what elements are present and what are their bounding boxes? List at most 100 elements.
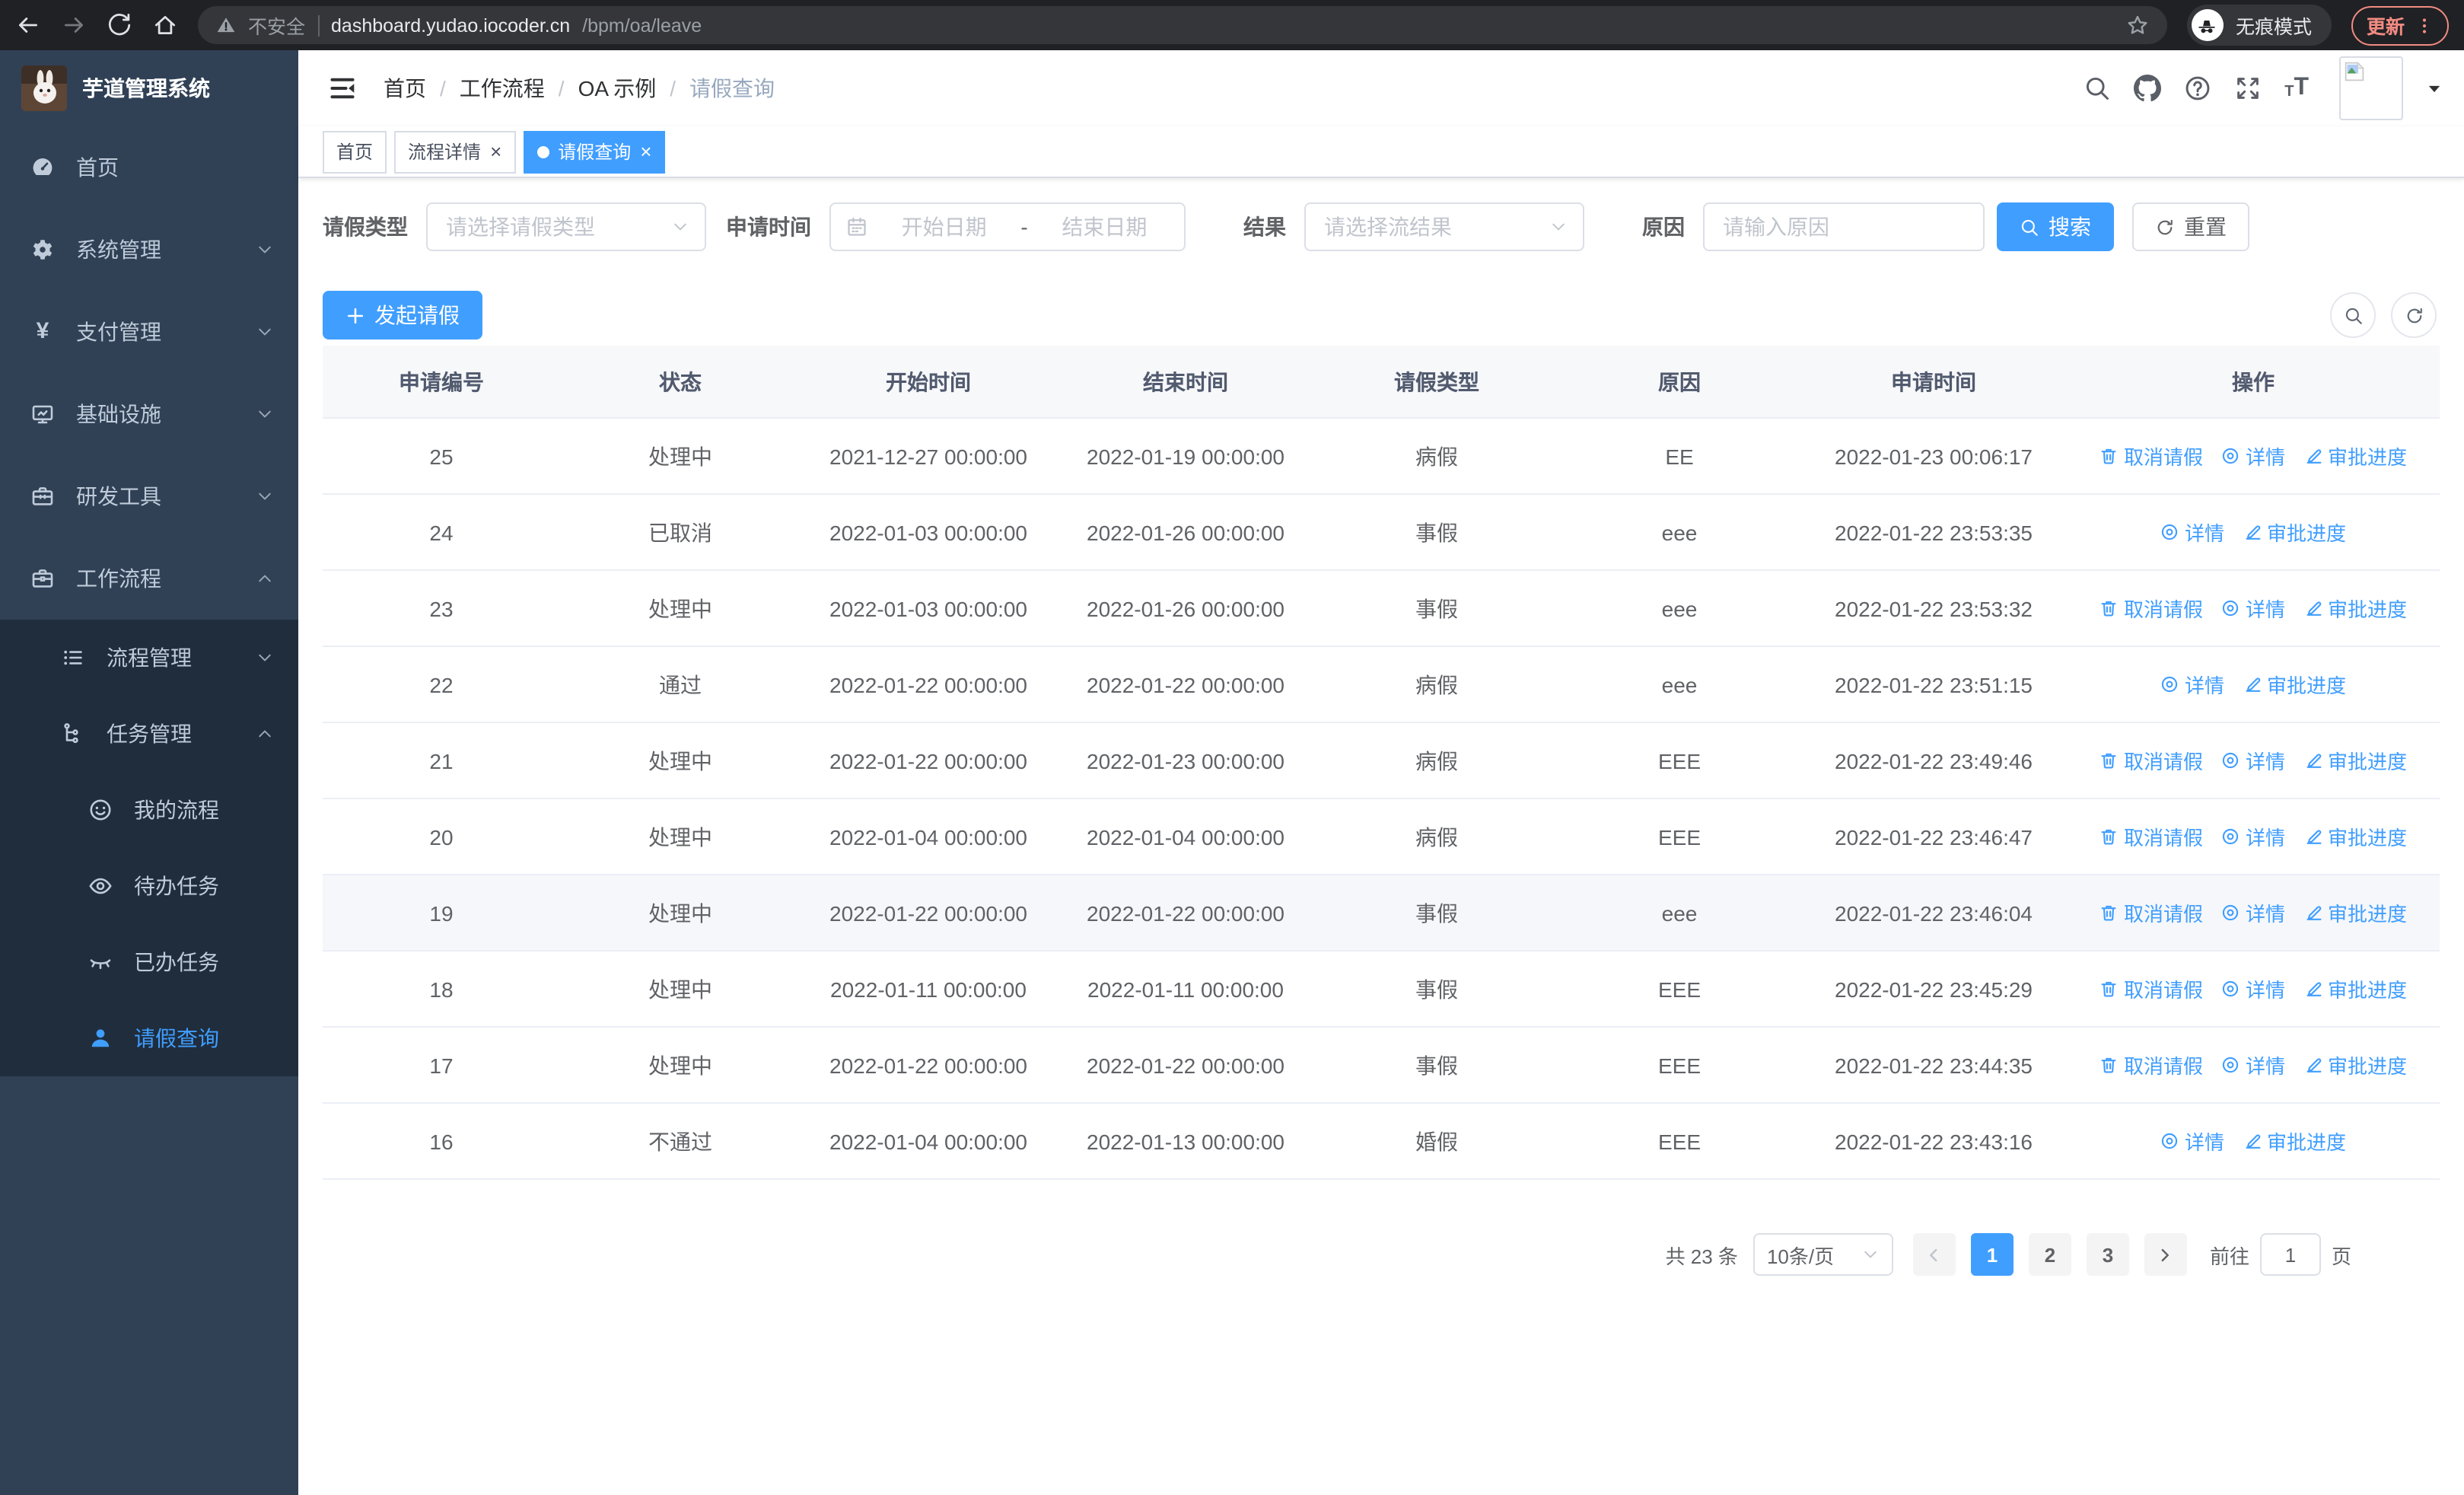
column-header-申请编号: 申请编号 — [323, 346, 560, 419]
cancel-action-link[interactable]: 取消请假 — [2099, 974, 2203, 1003]
bookmark-star-icon[interactable] — [2126, 14, 2149, 37]
result-select-input[interactable] — [1321, 213, 1549, 241]
sidebar-item-待办任务[interactable]: 待办任务 — [0, 848, 298, 924]
progress-action-link[interactable]: 审批进度 — [2303, 898, 2407, 927]
leave-type-cell: 事假 — [1315, 875, 1558, 952]
detail-action-link[interactable]: 详情 — [2221, 594, 2285, 623]
cancel-action-link[interactable]: 取消请假 — [2099, 594, 2203, 623]
detail-action-link[interactable]: 详情 — [2221, 441, 2285, 470]
result-select[interactable] — [1304, 202, 1584, 251]
show-search-toggle-button[interactable] — [2330, 292, 2376, 338]
tab-请假查询[interactable]: 请假查询 × — [523, 130, 666, 173]
cancel-action-link[interactable]: 取消请假 — [2099, 822, 2203, 851]
edit-icon — [2303, 751, 2323, 770]
leave-type-cell: 事假 — [1315, 494, 1558, 571]
sidebar-item-流程管理[interactable]: 流程管理 — [0, 620, 298, 696]
goto-page-input[interactable] — [2259, 1233, 2321, 1276]
action-label: 详情 — [2245, 751, 2285, 773]
font-size-icon[interactable]: TT — [2284, 75, 2309, 100]
progress-action-link[interactable]: 审批进度 — [2303, 822, 2407, 851]
sidebar-item-首页[interactable]: 首页 — [0, 126, 298, 209]
browser-forward-button[interactable] — [61, 12, 87, 38]
fullscreen-icon[interactable] — [2234, 75, 2262, 102]
view-icon — [2221, 446, 2241, 466]
detail-action-link[interactable]: 详情 — [2221, 822, 2285, 851]
app-window: 芋道管理系统 首页 系统管理 ¥ 支付管理 基础设施 研发工具 工作流程 流程管理 任务管理 我的… — [0, 50, 2464, 1495]
refresh-table-button[interactable] — [2391, 292, 2437, 338]
detail-action-link[interactable]: 详情 — [2160, 1127, 2224, 1156]
apply-id-cell: 24 — [323, 494, 560, 571]
sidebar-item-已办任务[interactable]: 已办任务 — [0, 924, 298, 1000]
browser-update-button[interactable]: 更新 — [2351, 5, 2449, 45]
leave-type-select[interactable] — [426, 202, 706, 251]
sidebar-item-研发工具[interactable]: 研发工具 — [0, 455, 298, 537]
sidebar-item-支付管理[interactable]: ¥ 支付管理 — [0, 291, 298, 373]
cancel-action-link[interactable]: 取消请假 — [2099, 746, 2203, 775]
detail-action-link[interactable]: 详情 — [2221, 974, 2285, 1003]
sidebar-item-系统管理[interactable]: 系统管理 — [0, 209, 298, 291]
avatar-caret-icon[interactable] — [2426, 80, 2443, 97]
detail-action-link[interactable]: 详情 — [2221, 898, 2285, 927]
sidebar-item-工作流程[interactable]: 工作流程 — [0, 537, 298, 620]
detail-action-link[interactable]: 详情 — [2160, 518, 2224, 547]
tab-流程详情[interactable]: 流程详情 × — [394, 130, 516, 173]
screen: 不安全 dashboard.yudao.iocoder.cn/bpm/oa/le… — [0, 0, 2464, 1495]
progress-action-link[interactable]: 审批进度 — [2243, 1127, 2346, 1156]
leave-type-label: 请假类型 — [323, 215, 408, 239]
sidebar-item-请假查询[interactable]: 请假查询 — [0, 1000, 298, 1076]
prev-page-button[interactable] — [1912, 1233, 1956, 1276]
detail-action-link[interactable]: 详情 — [2160, 670, 2224, 699]
apply-id-cell: 22 — [323, 646, 560, 723]
leave-table-wrap: 申请编号 状态 开始时间 结束时间 请假类型 原因 申请时间 操作 25 处理中 2021-12-… — [323, 346, 2440, 1180]
progress-action-link[interactable]: 审批进度 — [2243, 518, 2346, 547]
address-bar[interactable]: 不安全 dashboard.yudao.iocoder.cn/bpm/oa/le… — [198, 6, 2167, 44]
cancel-action-link[interactable]: 取消请假 — [2099, 441, 2203, 470]
cancel-action-link[interactable]: 取消请假 — [2099, 898, 2203, 927]
page-button-1[interactable]: 1 — [1970, 1233, 2014, 1276]
avatar[interactable] — [2339, 56, 2403, 120]
detail-action-link[interactable]: 详情 — [2221, 1050, 2285, 1079]
apply-time-range-picker[interactable]: 开始日期 - 结束日期 — [829, 202, 1186, 251]
browser-reload-button[interactable] — [107, 12, 132, 38]
actions-cell: 取消请假 详情 审批进度 — [2067, 418, 2440, 495]
browser-home-button[interactable] — [152, 12, 178, 38]
progress-action-link[interactable]: 审批进度 — [2303, 974, 2407, 1003]
search-button[interactable]: 搜索 — [1997, 202, 2114, 251]
action-label: 详情 — [2245, 598, 2285, 621]
chevron-down-icon — [256, 487, 274, 505]
sidebar-item-基础设施[interactable]: 基础设施 — [0, 373, 298, 455]
breadcrumb-item-OA 示例[interactable]: OA 示例 — [578, 73, 657, 104]
header-search-icon[interactable] — [2084, 75, 2111, 102]
sidebar-item-我的流程[interactable]: 我的流程 — [0, 772, 298, 848]
page-button-2[interactable]: 2 — [2028, 1233, 2071, 1276]
page-button-3[interactable]: 3 — [2086, 1233, 2129, 1276]
reset-button[interactable]: 重置 — [2132, 202, 2249, 251]
page-size-select[interactable]: 10条/页 — [1752, 1233, 1893, 1276]
action-label: 详情 — [2184, 522, 2224, 545]
browser-back-button[interactable] — [15, 12, 41, 38]
tab-首页[interactable]: 首页 — [323, 130, 387, 173]
sidebar-collapse-button[interactable] — [329, 75, 356, 102]
close-icon[interactable]: × — [640, 142, 651, 161]
next-page-button[interactable] — [2144, 1233, 2187, 1276]
sidebar-header[interactable]: 芋道管理系统 — [0, 50, 298, 126]
help-icon[interactable] — [2184, 75, 2211, 102]
column-header-状态: 状态 — [560, 346, 801, 419]
reason-input[interactable] — [1720, 213, 1968, 241]
progress-action-link[interactable]: 审批进度 — [2303, 746, 2407, 775]
sidebar-item-任务管理[interactable]: 任务管理 — [0, 696, 298, 772]
create-leave-button[interactable]: 发起请假 — [323, 291, 482, 339]
progress-action-link[interactable]: 审批进度 — [2303, 441, 2407, 470]
breadcrumb-item-工作流程[interactable]: 工作流程 — [460, 73, 545, 104]
progress-action-link[interactable]: 审批进度 — [2303, 1050, 2407, 1079]
cancel-action-link[interactable]: 取消请假 — [2099, 1050, 2203, 1079]
progress-action-link[interactable]: 审批进度 — [2243, 670, 2346, 699]
breadcrumb-item-首页[interactable]: 首页 — [384, 73, 426, 104]
sidebar-item-label: 请假查询 — [134, 1026, 219, 1050]
close-icon[interactable]: × — [490, 142, 501, 161]
detail-action-link[interactable]: 详情 — [2221, 746, 2285, 775]
leave-type-cell: 病假 — [1315, 418, 1558, 495]
github-icon[interactable] — [2134, 75, 2162, 102]
progress-action-link[interactable]: 审批进度 — [2303, 594, 2407, 623]
leave-type-select-input[interactable] — [443, 213, 671, 241]
